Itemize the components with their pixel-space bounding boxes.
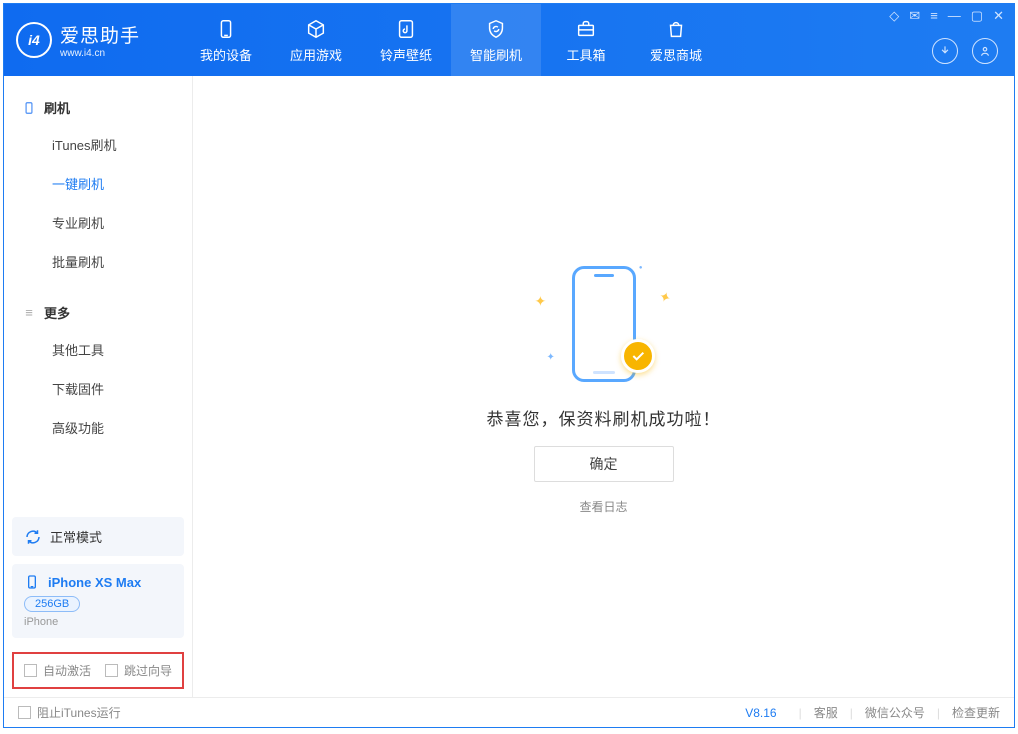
device-small-icon [22,101,36,115]
sidebar-list-flash: iTunes刷机 一键刷机 专业刷机 批量刷机 [4,125,192,281]
nav-label: 铃声壁纸 [380,45,432,64]
auto-activate-checkbox[interactable]: 自动激活 [24,662,91,679]
sidebar-item-label: 其他工具 [52,343,104,358]
sidebar-item-download-firmware[interactable]: 下载固件 [4,369,192,408]
refresh-shield-icon [484,17,508,41]
user-account-button[interactable] [972,38,998,64]
checkbox-label: 自动激活 [43,662,91,679]
brand-text: 爱思助手 www.i4.cn [60,21,140,59]
sidebar-item-onekey-flash[interactable]: 一键刷机 [4,164,192,203]
download-button[interactable] [932,38,958,64]
phone-small-icon [24,574,40,590]
nav-ringtones-wallpapers[interactable]: 铃声壁纸 [361,4,451,76]
body: 刷机 iTunes刷机 一键刷机 专业刷机 批量刷机 ≡ 更多 其他工具 下载固… [4,76,1014,697]
cube-icon [304,17,328,41]
sidebar-item-other-tools[interactable]: 其他工具 [4,330,192,369]
view-log-link[interactable]: 查看日志 [579,498,627,515]
sidebar-item-label: 一键刷机 [52,177,104,192]
sidebar-item-pro-flash[interactable]: 专业刷机 [4,203,192,242]
logo-area: i4 爱思助手 www.i4.cn [16,21,181,59]
sidebar-item-itunes-flash[interactable]: iTunes刷机 [4,125,192,164]
music-note-icon [394,17,418,41]
checkbox-icon [18,706,31,719]
sidebar: 刷机 iTunes刷机 一键刷机 专业刷机 批量刷机 ≡ 更多 其他工具 下载固… [4,76,193,697]
menu-icon[interactable]: ≡ [930,8,938,24]
nav-apps-games[interactable]: 应用游戏 [271,4,361,76]
phone-icon [214,17,238,41]
brand-url: www.i4.cn [60,48,140,59]
checkbox-icon [24,664,37,677]
nav-label: 工具箱 [566,45,605,64]
sparkle-icon: ✦ [535,293,547,310]
sidebar-scroll: 刷机 iTunes刷机 一键刷机 专业刷机 批量刷机 ≡ 更多 其他工具 下载固… [4,76,192,509]
sidebar-group-label: 更多 [44,303,70,322]
nav-toolbox[interactable]: 工具箱 [541,4,631,76]
nav-my-device[interactable]: 我的设备 [181,4,271,76]
ok-button[interactable]: 确定 [534,446,674,482]
app-logo-icon: i4 [16,22,52,58]
nav-smart-flash[interactable]: 智能刷机 [451,4,541,76]
briefcase-icon [574,17,598,41]
feedback-icon[interactable]: ✉ [909,8,920,24]
sidebar-list-more: 其他工具 下载固件 高级功能 [4,330,192,447]
maximize-button[interactable]: ▢ [971,8,983,24]
sidebar-item-label: 专业刷机 [52,216,104,231]
success-check-icon [621,339,655,373]
menu-small-icon: ≡ [22,306,36,320]
sidebar-group-more: ≡ 更多 [4,295,192,330]
device-capacity-badge: 256GB [24,596,80,612]
skin-icon[interactable]: ◇ [889,8,899,24]
stop-itunes-checkbox[interactable]: 阻止iTunes运行 [18,704,121,721]
nav-label: 智能刷机 [470,45,522,64]
header-right-actions [932,38,998,64]
nav-label: 爱思商城 [650,45,702,64]
app-window: i4 爱思助手 www.i4.cn 我的设备 应用游戏 [3,3,1015,728]
close-button[interactable]: ✕ [993,8,1004,24]
success-message: 恭喜您，保资料刷机成功啦！ [487,405,721,430]
checkbox-icon [105,664,118,677]
sidebar-item-advanced[interactable]: 高级功能 [4,408,192,447]
checkbox-label: 跳过向导 [124,662,172,679]
check-update-link[interactable]: 检查更新 [952,704,1000,721]
device-mode-label: 正常模式 [50,527,102,546]
sidebar-group-flash: 刷机 [4,90,192,125]
customer-support-link[interactable]: 客服 [814,704,838,721]
device-mode-panel[interactable]: 正常模式 [12,517,184,556]
sidebar-item-label: iTunes刷机 [52,138,117,153]
flash-options-row: 自动激活 跳过向导 [12,652,184,689]
sparkle-icon: ✦ [656,287,673,307]
skip-guide-checkbox[interactable]: 跳过向导 [105,662,172,679]
device-info-panel[interactable]: iPhone XS Max 256GB iPhone [12,564,184,638]
sync-icon [24,528,42,546]
device-type: iPhone [24,616,172,628]
version-label: V8.16 [745,706,776,720]
main-content: ✦ ✦ ✦ ● 恭喜您，保资料刷机成功啦！ 确定 查看日志 [193,76,1014,697]
status-bar: 阻止iTunes运行 V8.16 | 客服 | 微信公众号 | 检查更新 [4,697,1014,727]
sidebar-group-label: 刷机 [44,98,70,117]
header: i4 爱思助手 www.i4.cn 我的设备 应用游戏 [4,4,1014,76]
main-nav: 我的设备 应用游戏 铃声壁纸 智能刷机 [181,4,721,76]
sidebar-item-label: 下载固件 [52,382,104,397]
minimize-button[interactable]: — [948,8,961,24]
dot-icon: ● [639,265,643,271]
sidebar-item-batch-flash[interactable]: 批量刷机 [4,242,192,281]
nav-label: 应用游戏 [290,45,342,64]
checkbox-label: 阻止iTunes运行 [37,704,121,721]
wechat-link[interactable]: 微信公众号 [865,704,925,721]
device-panels: 正常模式 iPhone XS Max 256GB iPhone [4,509,192,646]
brand-name: 爱思助手 [60,21,140,48]
titlebar-controls: ◇ ✉ ≡ — ▢ ✕ [889,8,1004,24]
success-illustration: ✦ ✦ ✦ ● [529,259,679,389]
sidebar-item-label: 高级功能 [52,421,104,436]
sparkle-icon: ✦ [547,352,555,363]
device-name: iPhone XS Max [48,575,141,590]
nav-store[interactable]: 爱思商城 [631,4,721,76]
nav-label: 我的设备 [200,45,252,64]
shopping-bag-icon [664,17,688,41]
sidebar-item-label: 批量刷机 [52,255,104,270]
